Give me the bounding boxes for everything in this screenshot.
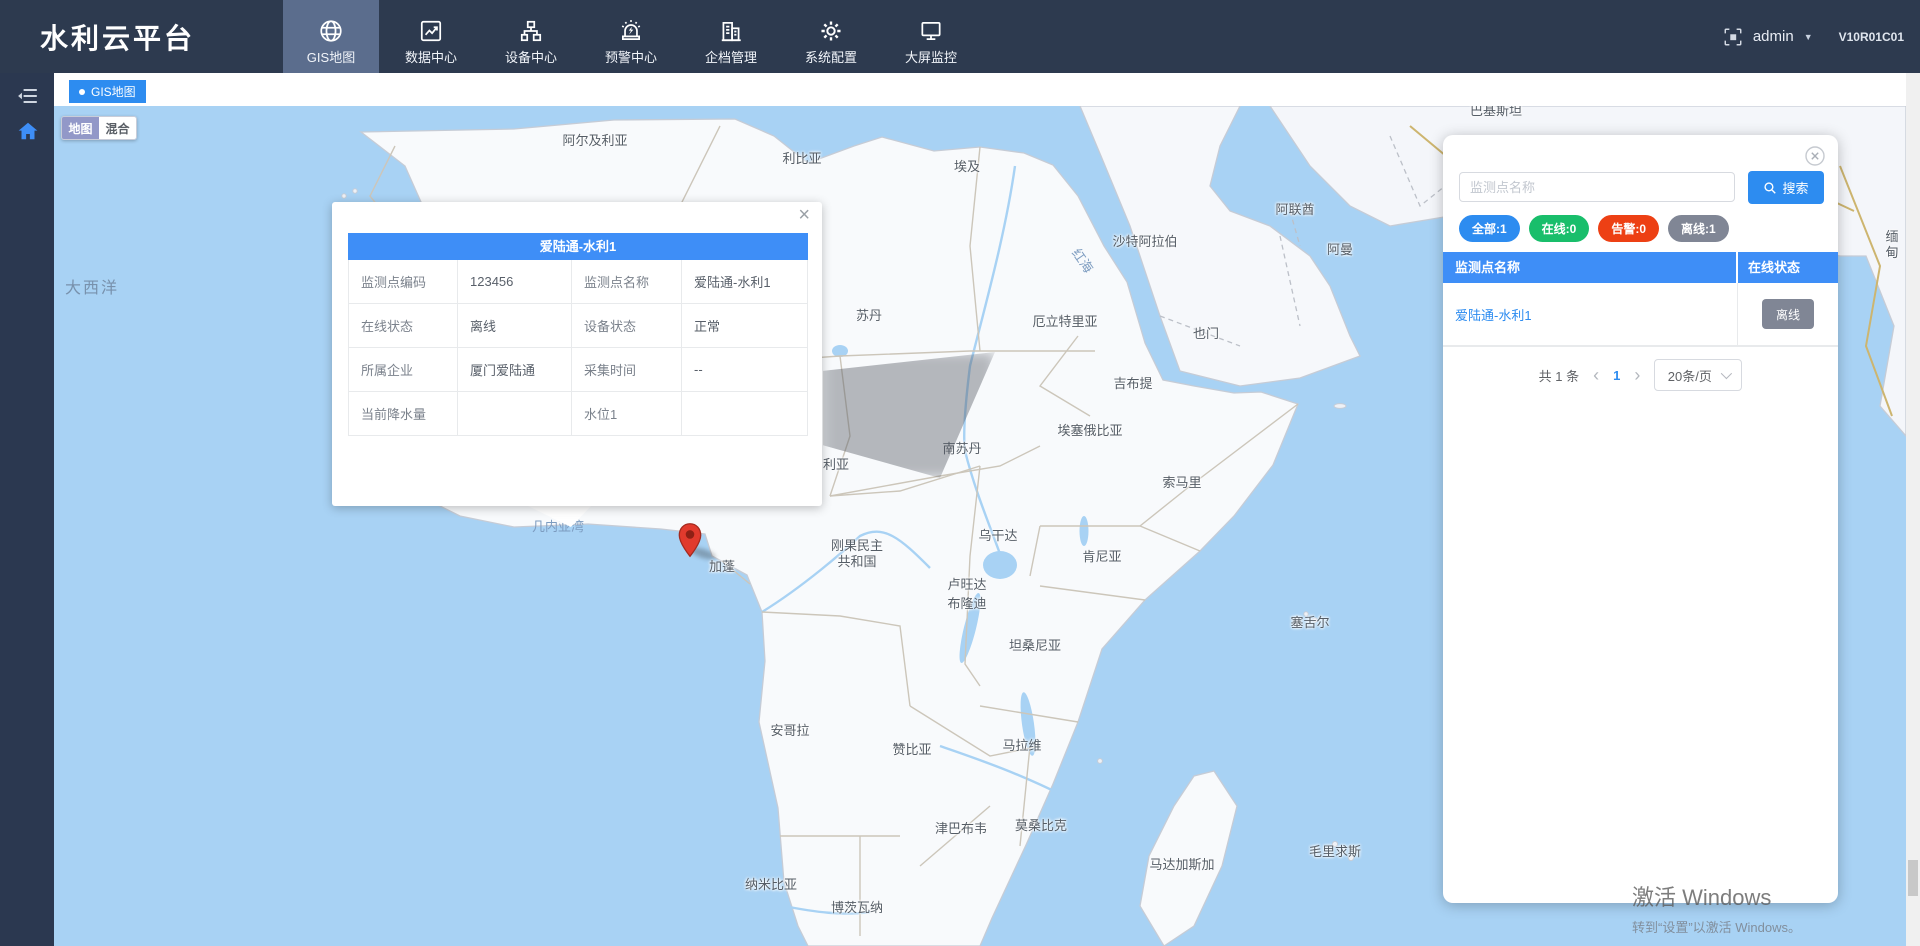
filter-offline-badge[interactable]: 离线:1 [1668,215,1729,242]
gear-icon [818,18,844,44]
nav-item-archive[interactable]: 企档管理 [683,0,779,73]
popup-field-value: -- [682,348,808,392]
prev-page-icon[interactable]: ‹ [1593,366,1599,384]
globe-icon [318,18,344,44]
building-icon [718,18,744,44]
popup-field-label: 设备状态 [572,304,682,348]
top-navbar: 水利云平台 GIS地图 数据中心 设备中心 [0,0,1920,73]
page-size-select[interactable]: 20条/页 [1654,359,1742,391]
nav-label: 预警中心 [605,47,657,66]
popup-field-value: 正常 [682,304,808,348]
version-label: V10R01C01 [1839,30,1904,44]
header-online-state: 在线状态 [1738,252,1838,283]
monitor-icon [918,18,944,44]
nav-label: 系统配置 [805,47,857,66]
search-input[interactable] [1459,172,1735,202]
tab-dot-icon [79,89,85,95]
popup-field-label: 监测点编码 [348,260,458,304]
nav-label: 设备中心 [505,47,557,66]
popup-field-label: 监测点名称 [572,260,682,304]
popup-field-label: 采集时间 [572,348,682,392]
user-name[interactable]: admin [1753,28,1794,45]
gis-platform-page: 水利云平台 GIS地图 数据中心 设备中心 [0,0,1920,946]
popup-table: 爱陆通-水利1 监测点编码 123456 监测点名称 爱陆通-水利1 在线状态 … [348,233,808,436]
popup-field-value [458,392,572,436]
nav-item-system-config[interactable]: 系统配置 [783,0,879,73]
filter-online-badge[interactable]: 在线:0 [1529,215,1590,242]
popup-field-label: 水位1 [572,392,682,436]
popup-table-row: 所属企业 厦门爱陆通 采集时间 -- [348,348,808,392]
popup-field-value: 离线 [458,304,572,348]
app-title: 水利云平台 [40,0,195,73]
menu-fold-icon[interactable] [17,85,39,107]
status-filters: 全部:1 在线:0 告警:0 离线:1 [1459,215,1729,242]
page-size-value: 20条/页 [1668,366,1712,385]
filter-all-badge[interactable]: 全部:1 [1459,215,1520,242]
popup-table-row: 当前降水量 水位1 [348,392,808,436]
nav-label: 企档管理 [705,47,757,66]
user-dropdown-caret-icon[interactable]: ▼ [1804,32,1813,42]
popup-table-row: 监测点编码 123456 监测点名称 爱陆通-水利1 [348,260,808,304]
chart-icon [418,18,444,44]
nav-label: GIS地图 [307,47,355,66]
header-point-name: 监测点名称 [1443,252,1736,283]
alarm-icon [618,18,644,44]
nav-item-alert-center[interactable]: 预警中心 [583,0,679,73]
point-name-link[interactable]: 爱陆通-水利1 [1455,283,1532,345]
search-icon [1763,181,1777,195]
device-network-icon [518,18,544,44]
search-button[interactable]: 搜索 [1748,171,1824,204]
popup-table-row: 在线状态 离线 设备状态 正常 [348,304,808,348]
nav-item-gis-map[interactable]: GIS地图 [283,0,379,73]
popup-close-icon[interactable]: × [798,204,810,227]
offline-status-badge[interactable]: 离线 [1762,299,1814,329]
nav-label: 大屏监控 [905,47,957,66]
breadcrumb-label: GIS地图 [91,83,136,100]
scrollbar-thumb[interactable] [1908,860,1918,896]
nav-item-data-center[interactable]: 数据中心 [383,0,479,73]
search-row: 搜索 [1459,171,1824,203]
chevron-down-icon [1721,368,1732,379]
left-sidebar [0,73,54,946]
total-count: 共 1 条 [1539,366,1579,385]
current-page[interactable]: 1 [1613,368,1620,383]
search-button-label: 搜索 [1782,178,1808,197]
breadcrumb-strip: GIS地图 [54,73,1906,106]
popup-field-label: 所属企业 [348,348,458,392]
avatar-icon [1723,27,1743,47]
popup-field-value: 123456 [458,260,572,304]
map-type-map-button[interactable]: 地图 [62,117,99,139]
marker-info-popup: × 爱陆通-水利1 监测点编码 123456 监测点名称 爱陆通-水利1 在线状… [332,202,822,506]
map-type-hybrid-button[interactable]: 混合 [99,117,136,139]
map-marker-pin[interactable] [677,522,703,558]
points-table-header: 监测点名称 在线状态 [1443,252,1838,283]
next-page-icon[interactable]: › [1634,366,1640,384]
filter-alarm-badge[interactable]: 告警:0 [1598,215,1659,242]
popup-field-label: 在线状态 [348,304,458,348]
panel-close-icon[interactable] [1804,145,1826,167]
nav-item-device-center[interactable]: 设备中心 [483,0,579,73]
page-scrollbar[interactable] [1906,73,1920,946]
popup-field-label: 当前降水量 [348,392,458,436]
main-nav: GIS地图 数据中心 设备中心 预警中心 [283,0,979,73]
breadcrumb-tab-gis[interactable]: GIS地图 [69,80,146,103]
monitor-points-panel: 搜索 全部:1 在线:0 告警:0 离线:1 监测点名称 在线状态 爱陆通-水利… [1443,135,1838,903]
map-type-toggle: 地图 混合 [61,116,137,140]
nav-label: 数据中心 [405,47,457,66]
user-area: admin ▼ V10R01C01 [1723,0,1904,73]
popup-rows: 监测点编码 123456 监测点名称 爱陆通-水利1 在线状态 离线 设备状态 … [348,260,808,436]
popup-title: 爱陆通-水利1 [348,233,808,260]
popup-field-value: 爱陆通-水利1 [682,260,808,304]
popup-field-value: 厦门爱陆通 [458,348,572,392]
table-row: 爱陆通-水利1 离线 [1443,283,1838,347]
pagination: 共 1 条 ‹ 1 › 20条/页 [1443,359,1838,391]
popup-field-value [682,392,808,436]
nav-item-big-screen[interactable]: 大屏监控 [883,0,979,73]
point-state-cell: 离线 [1737,283,1838,345]
home-icon[interactable] [17,120,39,142]
